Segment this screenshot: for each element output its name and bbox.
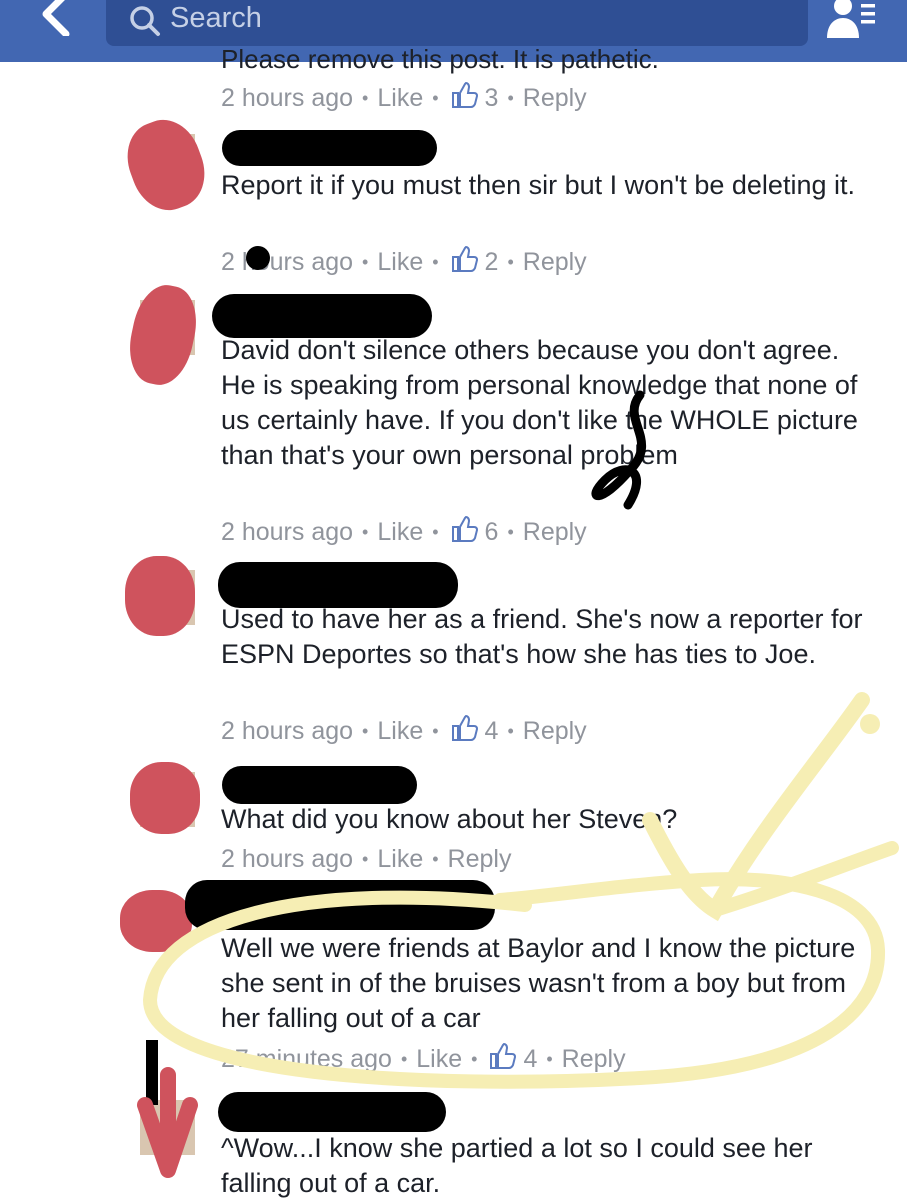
like-count: 2 [484, 248, 499, 276]
avatar[interactable] [140, 1100, 195, 1155]
comment-meta: 2 hours ago • Like • 6 • Reply [221, 515, 587, 549]
comment-time[interactable]: 2 hours ago [221, 845, 353, 874]
comment-meta: 2 hours ago • Like • Reply [221, 845, 512, 874]
reply-link[interactable]: Reply [562, 1045, 626, 1074]
avatar-redaction [120, 890, 192, 952]
thumbs-up-icon [489, 1042, 517, 1076]
avatar-redaction [130, 762, 200, 834]
comment-time[interactable]: 2 hours ago [221, 84, 353, 113]
comment-text: Well we were friends at Baylor and I kno… [221, 933, 856, 1033]
thumbs-up-icon [451, 245, 479, 279]
reply-link[interactable]: Reply [523, 84, 587, 113]
like-link[interactable]: Like [377, 717, 423, 746]
avatar-redaction [122, 279, 204, 391]
avatar-redaction [116, 110, 216, 220]
like-link[interactable]: Like [377, 248, 423, 277]
reply-link[interactable]: Reply [448, 845, 512, 874]
friend-requests-button[interactable] [827, 0, 879, 45]
chevron-left-icon [42, 0, 70, 38]
like-link[interactable]: Like [377, 84, 423, 113]
like-count: 4 [484, 717, 499, 745]
name-redaction [222, 766, 417, 804]
name-redaction [222, 130, 437, 166]
thumbs-up-icon [451, 81, 479, 115]
like-link[interactable]: Like [377, 845, 423, 874]
comment-text: What did you know about her Steven? [221, 804, 678, 834]
comment-time[interactable]: 2 hours ago [221, 248, 353, 277]
reply-link[interactable]: Reply [523, 717, 587, 746]
check-mark-dot [860, 714, 880, 734]
like-link[interactable]: Like [416, 1045, 462, 1074]
name-redaction [218, 1092, 446, 1132]
comment-meta: 2 hours ago • Like • 2 • Reply [221, 245, 587, 279]
search-placeholder: Search [170, 2, 262, 34]
comment-time[interactable]: 2 hours ago [221, 518, 353, 547]
thumbs-up-icon [451, 714, 479, 748]
like-count: 3 [484, 84, 499, 112]
like-count: 4 [523, 1045, 538, 1073]
reply-link[interactable]: Reply [523, 248, 587, 277]
comment-text: Report it if you must then sir but I won… [221, 170, 855, 200]
search-input[interactable]: Search [106, 0, 808, 46]
name-redaction [212, 294, 432, 338]
like-link[interactable]: Like [377, 518, 423, 547]
search-icon [130, 6, 160, 36]
reply-link[interactable]: Reply [523, 518, 587, 547]
back-button[interactable] [30, 0, 90, 38]
redaction-dot [246, 246, 270, 270]
comment-meta: 2 hours ago • Like • 4 • Reply [221, 714, 587, 748]
comment-text: David don't silence others because you d… [221, 335, 858, 470]
avatar-redaction [125, 556, 195, 636]
comment-meta: 27 minutes ago • Like • 4 • Reply [221, 1042, 626, 1076]
friend-requests-icon [827, 0, 875, 38]
comment-text: Used to have her as a friend. She's now … [221, 604, 863, 669]
check-mark-tail [708, 841, 899, 917]
comment-time[interactable]: 27 minutes ago [221, 1045, 392, 1074]
comment-text: ^Wow...I know she partied a lot so I cou… [221, 1133, 813, 1198]
name-redaction [185, 880, 495, 930]
thumbs-up-icon [451, 515, 479, 549]
comment-time[interactable]: 2 hours ago [221, 717, 353, 746]
comment-meta: 2 hours ago • Like • 3 • Reply [221, 81, 587, 115]
like-count: 6 [484, 518, 499, 546]
cut-off-comment-text: Please remove this post. It is pathetic. [221, 44, 659, 74]
